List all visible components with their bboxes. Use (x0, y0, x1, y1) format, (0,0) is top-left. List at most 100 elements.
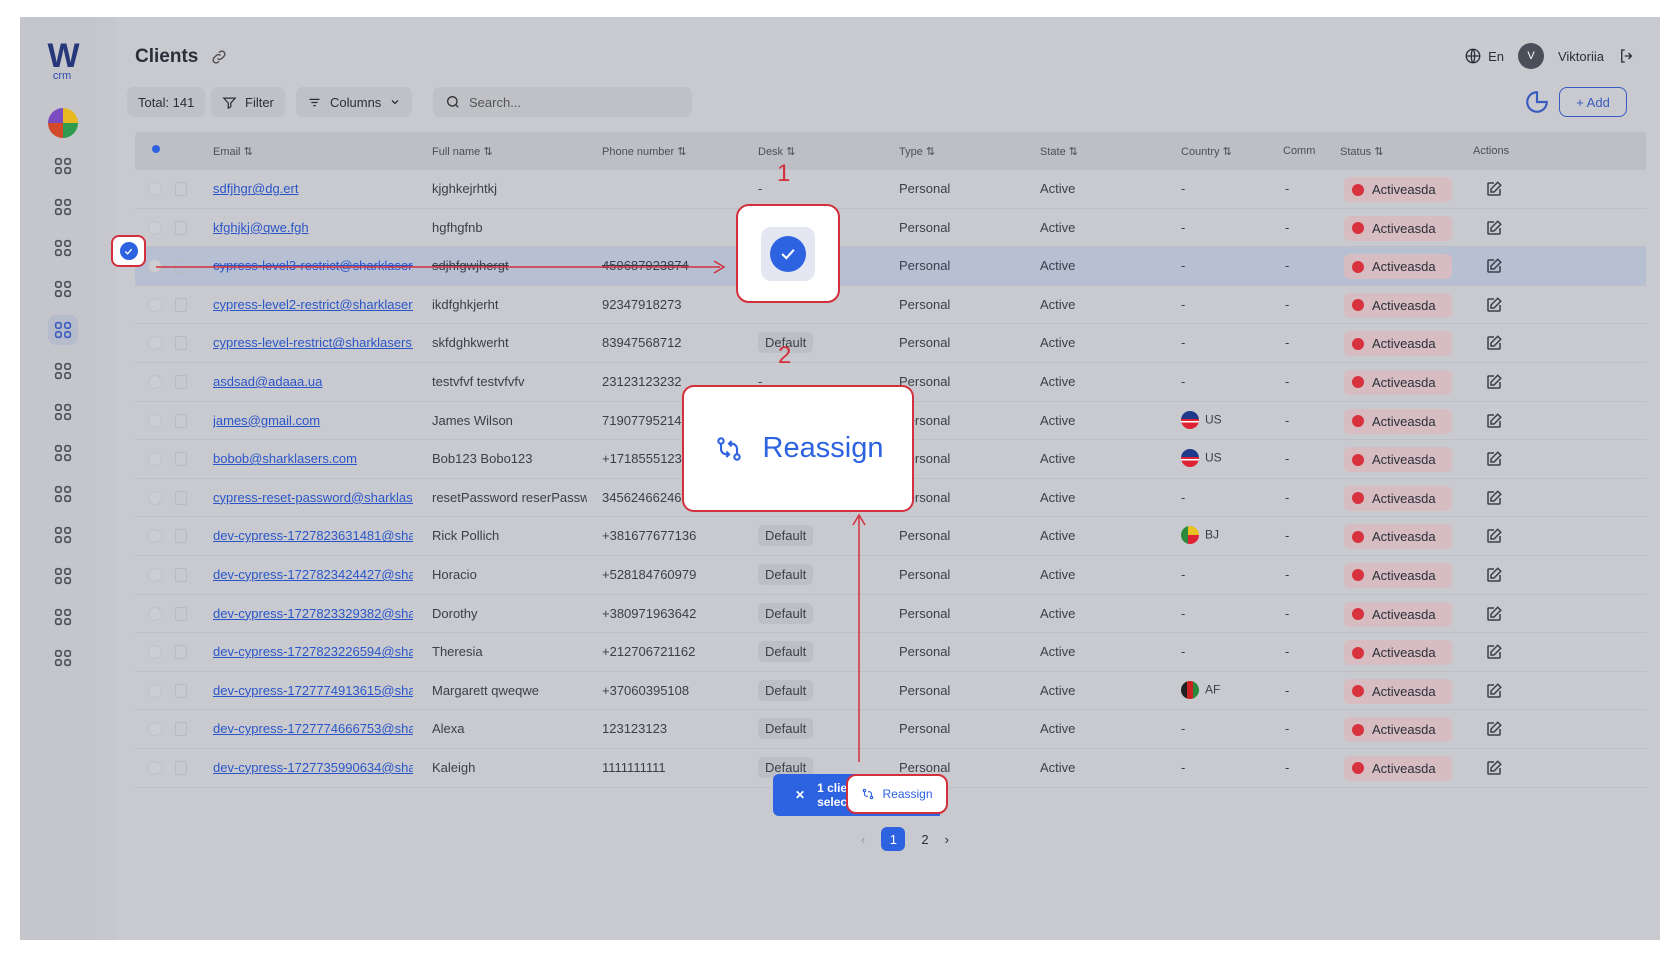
network-icon[interactable] (48, 315, 78, 345)
export-icon[interactable] (1524, 89, 1550, 115)
row-bookmark-icon[interactable] (175, 452, 187, 467)
row-checkbox[interactable] (148, 722, 162, 737)
row-bookmark-icon[interactable] (175, 645, 187, 660)
row-checkbox[interactable] (148, 606, 162, 621)
status-badge[interactable]: Activeasda (1344, 601, 1452, 627)
col-comm[interactable]: Comm (1283, 145, 1323, 157)
email-link[interactable]: james@gmail.com (213, 413, 413, 428)
edit-icon[interactable] (1485, 373, 1503, 391)
edit-icon[interactable] (1485, 219, 1503, 237)
email-link[interactable]: dev-cypress-1727823424427@sharkla (213, 567, 413, 582)
email-link[interactable]: dev-cypress-1727823329382@sharkla (213, 606, 413, 621)
edit-icon[interactable] (1485, 180, 1503, 198)
email-link[interactable]: asdsad@adaaa.ua (213, 374, 413, 389)
table-row[interactable]: cypress-level2-restrict@sharklasers.c ikd… (135, 285, 1646, 325)
email-link[interactable]: cypress-level-restrict@sharklasers.cc (213, 335, 413, 350)
row-checkbox[interactable] (148, 259, 162, 274)
email-link[interactable]: cypress-level2-restrict@sharklasers.c (213, 297, 413, 312)
row-bookmark-icon[interactable] (175, 567, 187, 582)
email-link[interactable]: cypress-reset-password@sharklasers (213, 490, 413, 505)
folder-icon[interactable] (48, 479, 78, 509)
prev-page-icon[interactable]: ‹ (861, 832, 865, 847)
table-row[interactable]: cypress-level3-restrict@sharklasers.c sdj… (135, 247, 1646, 286)
table-row[interactable]: dev-cypress-1727823226594@sharkla Theresi… (135, 633, 1646, 672)
status-badge[interactable]: Activeasda (1344, 524, 1452, 550)
edit-icon[interactable] (1485, 566, 1503, 584)
email-link[interactable]: dev-cypress-1727774666753@sharkla (213, 721, 413, 736)
email-link[interactable]: dev-cypress-1727823631481@sharkla (213, 528, 413, 543)
avatar[interactable]: V (1517, 43, 1544, 69)
row-bookmark-icon[interactable] (175, 760, 187, 775)
status-badge[interactable]: Activeasda (1344, 717, 1452, 743)
email-link[interactable]: bobob@sharklasers.com (213, 451, 413, 466)
edit-icon[interactable] (1485, 643, 1503, 661)
row-checkbox[interactable] (148, 529, 162, 544)
logout-icon[interactable] (1618, 47, 1636, 65)
user-name[interactable]: Viktoriia (1558, 49, 1604, 64)
row-bookmark-icon[interactable] (175, 722, 187, 737)
row-checkbox[interactable] (148, 683, 162, 698)
edit-icon[interactable] (1485, 605, 1503, 623)
row-checkbox[interactable] (148, 297, 162, 312)
row-bookmark-icon[interactable] (175, 490, 187, 505)
row-checkbox[interactable] (148, 336, 162, 351)
edit-icon[interactable] (1485, 296, 1503, 314)
row-bookmark-icon[interactable] (175, 297, 187, 312)
edit-icon[interactable] (1485, 682, 1503, 700)
search-input[interactable]: Search... (433, 87, 692, 117)
row-checkbox[interactable] (148, 760, 162, 775)
row-checkbox[interactable] (148, 567, 162, 582)
edit-icon[interactable] (1485, 450, 1503, 468)
basket-icon[interactable] (48, 397, 78, 427)
edit-icon[interactable] (1485, 489, 1503, 507)
reassign-button[interactable]: Reassign (846, 774, 948, 814)
col-type[interactable]: Type ⇅ (899, 145, 935, 158)
status-badge[interactable]: Activeasda (1344, 215, 1452, 241)
edit-icon[interactable] (1485, 257, 1503, 275)
edit-icon[interactable] (1485, 720, 1503, 738)
row-checkbox[interactable] (148, 374, 162, 389)
row-checkbox[interactable] (148, 452, 162, 467)
table-row[interactable]: sdfjhgr@dg.ert kjghkejrhtkj - Personal Activ… (135, 170, 1646, 209)
page-2[interactable]: 2 (921, 832, 928, 847)
col-email[interactable]: Email ⇅ (213, 145, 253, 158)
hierarchy-icon[interactable] (48, 233, 78, 263)
row-bookmark-icon[interactable] (175, 683, 187, 698)
shield-icon[interactable] (48, 643, 78, 673)
table-row[interactable]: dev-cypress-1727823631481@sharkla Rick Po… (135, 517, 1646, 556)
settings-icon[interactable] (48, 602, 78, 632)
row-bookmark-icon[interactable] (175, 259, 187, 274)
row-bookmark-icon[interactable] (175, 606, 187, 621)
status-badge[interactable]: Activeasda (1344, 408, 1452, 434)
table-row[interactable]: dev-cypress-1727774666753@sharkla Alexa 12… (135, 710, 1646, 749)
row-checkbox[interactable] (148, 182, 162, 196)
filter-button[interactable]: Filter (211, 87, 285, 117)
clear-selection-icon[interactable]: ✕ (795, 788, 805, 802)
status-badge[interactable]: Activeasda (1344, 640, 1452, 666)
edit-icon[interactable] (1485, 759, 1503, 777)
edit-icon[interactable] (1485, 527, 1503, 545)
status-badge[interactable]: Activeasda (1344, 562, 1452, 588)
row-bookmark-icon[interactable] (175, 529, 187, 544)
email-link[interactable]: sdfjhgr@dg.ert (213, 181, 413, 196)
page-1[interactable]: 1 (881, 827, 906, 851)
row-bookmark-icon[interactable] (175, 374, 187, 389)
language-switcher[interactable]: En (1464, 47, 1504, 65)
col-phone[interactable]: Phone number ⇅ (602, 145, 686, 158)
key-icon[interactable] (48, 438, 78, 468)
status-badge[interactable]: Activeasda (1344, 254, 1452, 280)
col-state[interactable]: State ⇅ (1040, 145, 1078, 158)
status-badge[interactable]: Activeasda (1344, 177, 1452, 202)
next-page-icon[interactable]: › (945, 832, 949, 847)
table-row[interactable]: dev-cypress-1727823329382@sharkla Dorothy… (135, 594, 1646, 634)
row-bookmark-icon[interactable] (175, 336, 187, 351)
email-link[interactable]: kfghjkj@qwe.fgh (213, 220, 413, 235)
globe-net-icon[interactable] (48, 561, 78, 591)
table-row[interactable]: cypress-level-restrict@sharklasers.cc skf… (135, 324, 1646, 363)
status-badge[interactable]: Activeasda (1344, 755, 1452, 781)
email-link[interactable]: cypress-level3-restrict@sharklasers.c (213, 258, 413, 273)
status-badge[interactable]: Activeasda (1344, 331, 1452, 357)
row-bookmark-icon[interactable] (175, 220, 187, 235)
highlighted-row-checkbox[interactable] (111, 235, 146, 267)
edit-icon[interactable] (1485, 334, 1503, 352)
